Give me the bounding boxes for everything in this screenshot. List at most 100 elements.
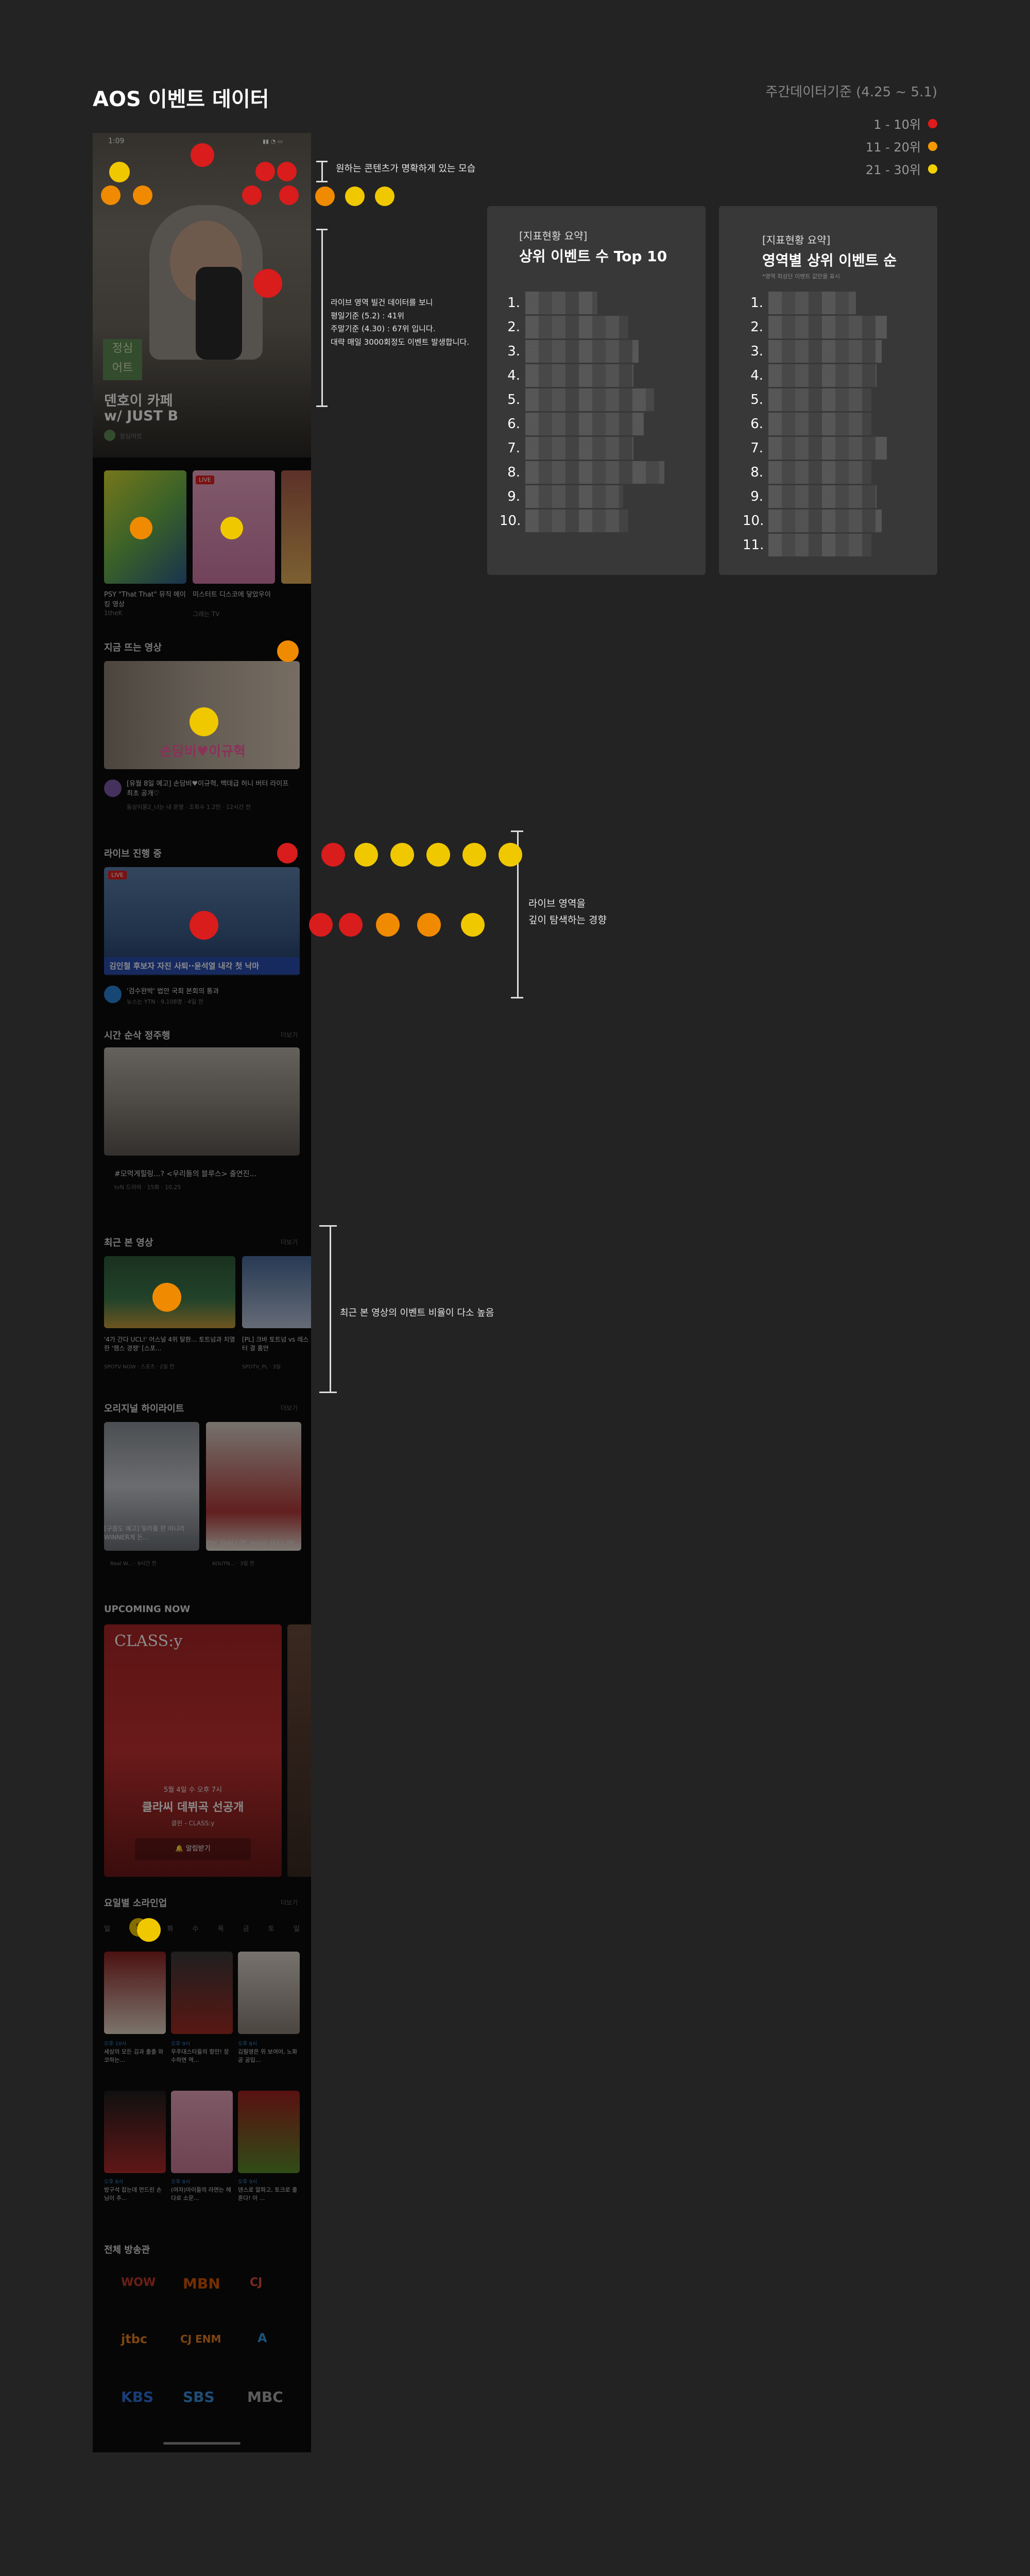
hero-title-1: 덴호이 카페 xyxy=(104,393,173,409)
weekly-time-2: 오후 9시 xyxy=(171,2041,191,2047)
thumb-recent-2[interactable] xyxy=(242,1256,311,1328)
section-upcoming-title: UPCOMING NOW xyxy=(104,1604,191,1615)
event-dot xyxy=(190,707,218,736)
event-dot xyxy=(220,517,243,539)
thumb-third[interactable] xyxy=(281,470,311,584)
redacted-value xyxy=(525,485,623,508)
event-dot xyxy=(255,162,275,181)
day-tab[interactable]: 토 xyxy=(268,1923,274,1937)
live-video-title[interactable]: '검수완박' 법안 국회 본회의 통과 xyxy=(127,986,219,995)
weekly-time-1: 오후 10시 xyxy=(104,2041,127,2047)
bracket-tick xyxy=(511,831,523,832)
weekly-time-4: 오후 8시 xyxy=(104,2179,124,2185)
weekly-more[interactable]: 더보기 xyxy=(281,1898,298,1907)
live-badge: LIVE xyxy=(196,476,214,484)
event-dot xyxy=(101,185,121,205)
original-channel-1: Real W... · 9시간 전 xyxy=(110,1561,157,1567)
weekly-title-5[interactable]: (여자)아이들의 라면는 헤다로 소문... xyxy=(171,2185,233,2202)
redacted-value xyxy=(768,534,871,556)
rank-row: 8. xyxy=(500,461,664,484)
weekly-title-1[interactable]: 세상의 모든 김과 출출 와코하는... xyxy=(104,2047,166,2064)
weekly-title-2[interactable]: 우주대스타들의 항만! 장수하면 역... xyxy=(171,2047,233,2064)
redacted-value xyxy=(525,510,628,532)
event-dot xyxy=(375,187,394,206)
phone-screen: 1:09 ▮▮ ◔ ▭ 정심 어트 덴호이 카페 w/ JUST B 정심어트 L… xyxy=(93,133,311,2452)
original-title-2[interactable]: PSY 'GIALI (ft. Jessi)' FULL PE... xyxy=(206,1539,301,1547)
upcoming-card-next[interactable] xyxy=(287,1624,311,1877)
redacted-value xyxy=(768,292,856,314)
original-title-1[interactable]: [구름도 예고] 밀라를 한 아니라WINNER게 든... xyxy=(104,1524,199,1541)
realtime-more[interactable]: 더보기 xyxy=(281,1030,298,1039)
day-tab[interactable]: 일 xyxy=(294,1923,300,1937)
hero-banner[interactable]: 1:09 ▮▮ ◔ ▭ 정심 어트 덴호이 카페 w/ JUST B 정심어트 xyxy=(93,133,311,457)
recent-title-1[interactable]: '4가 간다 UCL!' 어스널 4위 탈환... 토트넘과 치열한 '챔스 경… xyxy=(104,1335,235,1352)
weekly-thumb-1[interactable] xyxy=(104,1952,166,2034)
section-original-title: 오리지널 하이라이트 xyxy=(104,1403,184,1414)
hero-channel: 정심어트 xyxy=(119,433,143,440)
rank-row: 8. xyxy=(743,461,871,484)
logo-cjenm[interactable]: CJ ENM xyxy=(180,2333,221,2345)
rank-number: 6. xyxy=(750,416,763,432)
recent-title-2[interactable]: [PL] 크바 토트넘 vs 레스터 결 홈만 xyxy=(242,1335,311,1352)
event-dot xyxy=(426,843,450,867)
event-dot xyxy=(462,843,486,867)
event-dot xyxy=(152,1283,181,1312)
event-dot xyxy=(461,913,485,937)
bracket-1 xyxy=(321,161,323,182)
rank-number: 10. xyxy=(743,513,764,529)
redacted-value xyxy=(525,292,597,314)
logo-a[interactable]: A xyxy=(258,2331,267,2345)
summary-card-area: [지표현황 요약] 영역별 상위 이벤트 순 *영역 최상단 이벤트 값만을 표… xyxy=(719,206,937,575)
hero-title-2: w/ JUST B xyxy=(104,408,179,424)
hero-badge: 정심 어트 xyxy=(103,339,142,380)
weekly-thumb-3[interactable] xyxy=(238,1952,300,2034)
bracket-tick xyxy=(316,229,328,230)
annotation-1: 원하는 콘텐츠가 명확하게 있는 모습 xyxy=(336,163,476,174)
rank-number: 1. xyxy=(750,295,763,311)
day-tab[interactable]: 일 xyxy=(104,1923,110,1937)
logo-cj[interactable]: CJ xyxy=(250,2276,262,2289)
trending-video-title[interactable]: [유월 8일 예고] 손담비♥이규혁, 백데급 허니 버터 라이프 최초 공개♡ xyxy=(127,778,297,798)
logo-mbc[interactable]: MBC xyxy=(247,2388,283,2405)
day-tab[interactable]: 수 xyxy=(192,1923,198,1937)
weekly-title-6[interactable]: 댄스로 알파고, 토크로 출혼다! 아 ... xyxy=(238,2185,300,2202)
logo-sbs[interactable]: SBS xyxy=(183,2388,215,2405)
thumb-original-2[interactable] xyxy=(206,1422,301,1551)
logo-kbs[interactable]: KBS xyxy=(121,2388,153,2405)
rank-number: 10. xyxy=(500,513,521,529)
thumb-realtime[interactable] xyxy=(104,1047,300,1156)
day-tab[interactable]: 금 xyxy=(243,1923,249,1937)
logo-wow[interactable]: WOW xyxy=(121,2276,156,2289)
weekly-thumb-6[interactable] xyxy=(238,2091,300,2173)
event-dot xyxy=(390,843,414,867)
weekly-title-3[interactable]: 김필영은 위 보여어, 노화공 공입... xyxy=(238,2047,300,2064)
legend-label: 1 - 10위 xyxy=(873,117,921,132)
recent-more[interactable]: 더보기 xyxy=(281,1238,298,1246)
weekly-title-4[interactable]: 방구석 잡는데 먼드린 손님이 추... xyxy=(104,2185,166,2202)
card-note: *영역 최상단 이벤트 값만을 표시 xyxy=(762,273,840,280)
rank-row: 11. xyxy=(743,534,871,556)
rank-row: 5. xyxy=(500,388,654,411)
weekly-day-tabs: 일 월 화 수 목 금 토 일 xyxy=(104,1918,300,1937)
realtime-video-title[interactable]: #모먹게힐링...? <우리들의 블루스> 출연진... xyxy=(114,1168,256,1179)
event-dot xyxy=(191,143,214,167)
original-more[interactable]: 더보기 xyxy=(281,1403,298,1412)
weekly-thumb-5[interactable] xyxy=(171,2091,233,2173)
rank-number: 3. xyxy=(507,344,520,359)
rank-number: 1. xyxy=(507,295,520,311)
upcoming-alert-button[interactable]: 🔔 알림받기 xyxy=(135,1838,251,1860)
rank-number: 8. xyxy=(750,465,763,480)
recent-channel-1: SPOTV NOW · 스포츠 · 2일 전 xyxy=(104,1364,175,1370)
section-recent-title: 최근 본 영상 xyxy=(104,1238,153,1248)
event-dot xyxy=(130,517,152,539)
card-label: [지표현황 요약] xyxy=(762,234,831,246)
logo-mbn[interactable]: MBN xyxy=(183,2275,220,2292)
weekly-thumb-2[interactable] xyxy=(171,1952,233,2034)
logo-jtbc[interactable]: jtbc xyxy=(121,2332,147,2346)
day-tab[interactable]: 화 xyxy=(167,1923,173,1937)
event-dot xyxy=(277,640,299,662)
trending-overlay: 손담비♥이규혁 xyxy=(160,744,246,759)
rank-row: 10. xyxy=(743,510,882,532)
weekly-thumb-4[interactable] xyxy=(104,2091,166,2173)
day-tab[interactable]: 목 xyxy=(218,1923,224,1937)
